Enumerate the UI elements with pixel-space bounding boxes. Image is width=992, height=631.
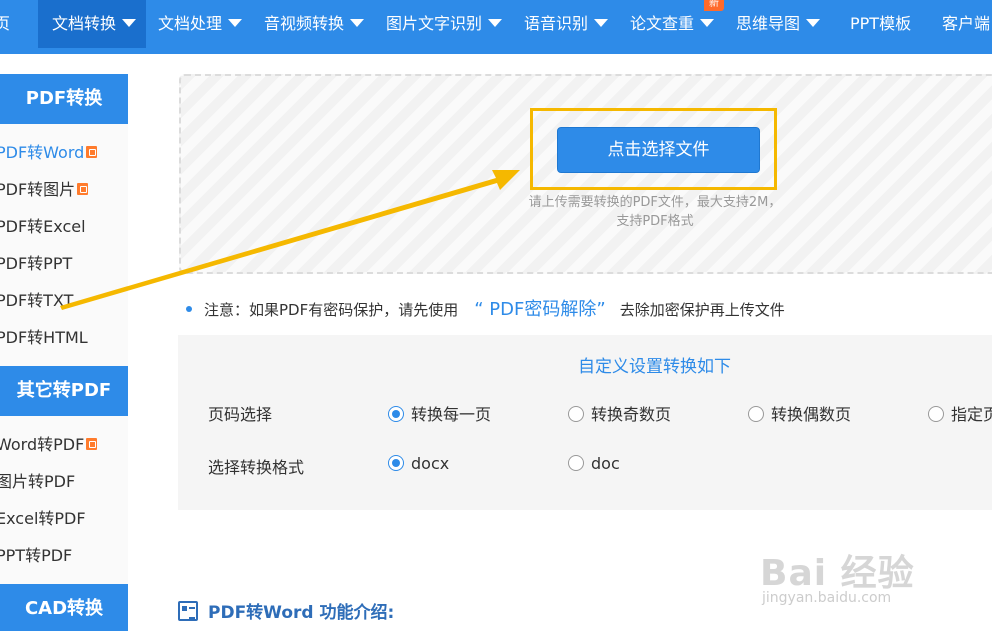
nav-label: 音视频转换 bbox=[264, 14, 345, 33]
nav-label: 文档转换 bbox=[52, 14, 117, 33]
sidebar-item-label: PDF转TXT bbox=[0, 291, 74, 310]
radio-label: docx bbox=[411, 454, 450, 473]
nav-item-plagiarism[interactable]: 论文查重 bbox=[630, 0, 715, 48]
radio-even-pages[interactable]: 转换偶数页 bbox=[748, 401, 851, 425]
sidebar-item-pdf-to-html[interactable]: PDF转HTML bbox=[0, 323, 128, 353]
chevron-down-icon bbox=[488, 19, 503, 27]
hot-icon bbox=[86, 437, 98, 450]
baidu-watermark-url: jingyan.baidu.com bbox=[762, 590, 892, 606]
radio-unchecked-icon bbox=[568, 406, 584, 422]
radio-label: doc bbox=[591, 454, 620, 473]
radio-every-page[interactable]: 转换每一页 bbox=[388, 401, 491, 425]
sidebar-item-ppt-to-pdf[interactable]: PPT转PDF bbox=[0, 541, 128, 571]
sidebar-item-label: Word转PDF bbox=[0, 435, 85, 454]
hot-icon bbox=[86, 145, 98, 158]
nav-item-speech[interactable]: 语音识别 bbox=[524, 0, 609, 48]
sidebar-item-pdf-to-excel[interactable]: PDF转Excel bbox=[0, 212, 128, 242]
sidebar-header-pdf: PDF转换 bbox=[0, 74, 128, 124]
radio-label: 转换偶数页 bbox=[771, 405, 852, 424]
chevron-down-icon bbox=[350, 19, 365, 27]
settings-title: 自定义设置转换如下 bbox=[578, 357, 731, 377]
nav-label: PPT模板 bbox=[850, 14, 912, 33]
radio-odd-pages[interactable]: 转换奇数页 bbox=[568, 401, 671, 425]
notice: 注意：如果PDF有密码保护，请先使用 “ PDF密码解除” 去除加密保护再上传文件 bbox=[186, 295, 785, 321]
nav-item-ocr[interactable]: 图片文字识别 bbox=[386, 0, 503, 48]
sidebar-item-label: PDF转Word bbox=[0, 143, 85, 162]
sidebar-item-pdf-to-ppt[interactable]: PDF转PPT bbox=[0, 249, 128, 279]
sidebar-header-cad: CAD转换 bbox=[0, 584, 128, 631]
sidebar-item-label: PDF转Excel bbox=[0, 217, 86, 236]
nav-label: 语音识别 bbox=[524, 14, 589, 33]
radio-label: 指定页 bbox=[951, 405, 992, 424]
nav-label: 论文查重 bbox=[630, 14, 695, 33]
nav-label: 文档处理 bbox=[158, 14, 223, 33]
radio-docx[interactable]: docx bbox=[388, 454, 449, 473]
nav-item-ppt-template[interactable]: PPT模板 bbox=[850, 0, 911, 48]
radio-doc[interactable]: doc bbox=[568, 454, 620, 473]
sidebar-item-pdf-to-word[interactable]: PDF转Word bbox=[0, 138, 128, 168]
pdf-unlock-link[interactable]: “ PDF密码解除” bbox=[474, 299, 605, 320]
new-badge: 新 bbox=[704, 0, 724, 11]
nav-item-doc-convert[interactable]: 文档转换 bbox=[38, 0, 146, 48]
nav-label: 客户端 bbox=[942, 14, 991, 33]
top-nav: 页 文档转换 文档处理 音视频转换 图片文字识别 语音识别 论文查重 新 思维导… bbox=[0, 0, 992, 54]
hot-icon bbox=[77, 182, 89, 195]
sidebar-item-label: Excel转PDF bbox=[0, 509, 86, 528]
nav-item-mindmap[interactable]: 思维导图 bbox=[736, 0, 821, 48]
baidu-watermark: Bai 经验 bbox=[760, 553, 915, 594]
sidebar-item-pdf-to-image[interactable]: PDF转图片 bbox=[0, 175, 128, 205]
chevron-down-icon bbox=[122, 19, 137, 27]
sidebar-item-pdf-to-txt[interactable]: PDF转TXT bbox=[0, 286, 128, 316]
choose-file-button[interactable]: 点击选择文件 bbox=[557, 127, 760, 173]
radio-specific-pages[interactable]: 指定页 bbox=[928, 401, 992, 425]
intro-title: PDF转Word 功能介绍: bbox=[208, 603, 395, 623]
radio-unchecked-icon bbox=[748, 406, 764, 422]
page: 页 文档转换 文档处理 音视频转换 图片文字识别 语音识别 论文查重 新 思维导… bbox=[0, 0, 992, 631]
radio-label: 转换每一页 bbox=[411, 405, 492, 424]
nav-label: 页 bbox=[0, 14, 11, 33]
chevron-down-icon bbox=[700, 19, 715, 27]
radio-unchecked-icon bbox=[568, 455, 584, 471]
notice-text: 注意：如果PDF有密码保护，请先使用 bbox=[204, 301, 459, 319]
nav-item-home[interactable]: 页 bbox=[0, 0, 24, 48]
upload-hint: 请上传需要转换的PDF文件，最大支持2M， bbox=[528, 195, 782, 210]
radio-unchecked-icon bbox=[928, 406, 944, 422]
bullet-dot bbox=[186, 306, 192, 312]
radio-label: 转换奇数页 bbox=[591, 405, 672, 424]
nav-item-av-convert[interactable]: 音视频转换 bbox=[264, 0, 365, 48]
sidebar-item-label: PDF转PPT bbox=[0, 254, 73, 273]
sidebar-item-label: PDF转HTML bbox=[0, 328, 88, 347]
radio-checked-icon bbox=[388, 406, 404, 422]
chevron-down-icon bbox=[806, 19, 821, 27]
sidebar-item-image-to-pdf[interactable]: 图片转PDF bbox=[0, 467, 128, 497]
nav-item-client[interactable]: 客户端 bbox=[942, 0, 990, 48]
notice-text-suffix: 去除加密保护再上传文件 bbox=[619, 301, 785, 319]
sidebar-item-label: PDF转图片 bbox=[0, 180, 76, 199]
document-icon bbox=[178, 601, 198, 621]
feature-intro-heading: PDF转Word 功能介绍: bbox=[178, 598, 394, 623]
radio-checked-icon bbox=[388, 455, 404, 471]
sidebar-item-label: PPT转PDF bbox=[0, 546, 73, 565]
sidebar-header-other: 其它转PDF bbox=[0, 366, 128, 416]
upload-hint-format: 支持PDF格式 bbox=[616, 214, 694, 229]
page-select-label: 页码选择 bbox=[208, 405, 273, 424]
nav-label: 思维导图 bbox=[736, 14, 801, 33]
sidebar-item-excel-to-pdf[interactable]: Excel转PDF bbox=[0, 504, 128, 534]
chevron-down-icon bbox=[228, 19, 243, 27]
sidebar-item-word-to-pdf[interactable]: Word转PDF bbox=[0, 430, 128, 460]
chevron-down-icon bbox=[594, 19, 609, 27]
nav-item-doc-process[interactable]: 文档处理 bbox=[158, 0, 243, 48]
sidebar-item-label: 图片转PDF bbox=[0, 472, 76, 491]
nav-label: 图片文字识别 bbox=[386, 14, 483, 33]
format-select-label: 选择转换格式 bbox=[208, 458, 305, 477]
